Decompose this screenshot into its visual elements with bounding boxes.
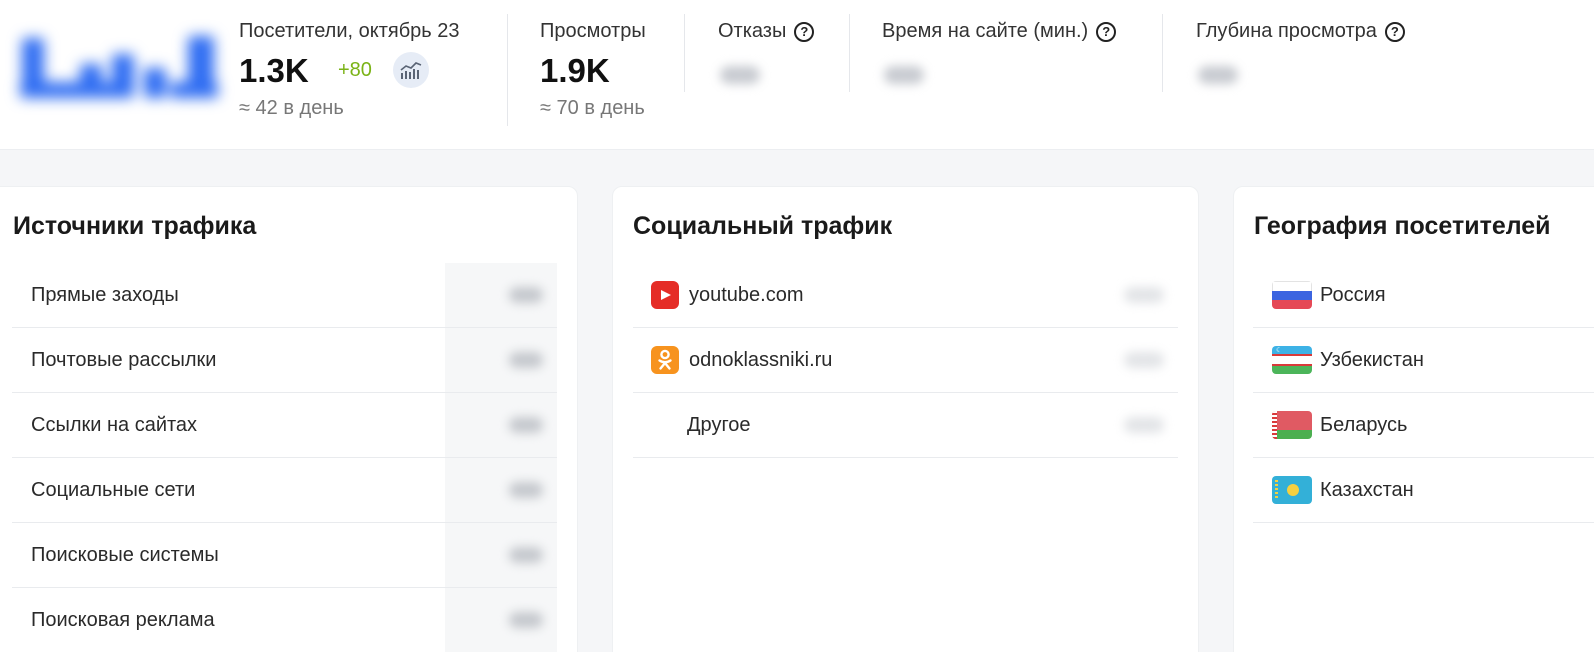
social-row-odnoklassniki[interactable]: odnoklassniki.ru	[633, 328, 1178, 393]
traffic-source-row[interactable]: Социальные сети	[12, 458, 557, 523]
traffic-source-value-blurred	[509, 352, 543, 368]
social-row-youtube[interactable]: youtube.com	[633, 263, 1178, 328]
traffic-source-value-blurred	[509, 482, 543, 498]
divider	[849, 14, 850, 92]
help-icon[interactable]: ?	[1384, 21, 1405, 42]
geo-label: Россия	[1320, 283, 1386, 306]
social-value-blurred	[1124, 352, 1164, 368]
geo-row-belarus[interactable]: Беларусь	[1253, 393, 1594, 458]
social-row-other[interactable]: Другое	[633, 393, 1178, 458]
time-on-site-label-text: Время на сайте (мин.)	[882, 20, 1089, 42]
flag-russia-icon	[1272, 281, 1312, 309]
traffic-source-label: Социальные сети	[31, 478, 196, 501]
views-per-day: ≈ 70 в день	[540, 97, 645, 119]
depth-label: Глубина просмотра ?	[1196, 20, 1405, 43]
traffic-source-value-blurred	[509, 417, 543, 433]
visitors-stat: Посетители, октябрь 23 1.3K +80 ≈ 42 в д…	[239, 0, 499, 150]
views-stat: Просмотры 1.9K ≈ 70 в день	[540, 0, 680, 150]
views-value: 1.9K	[540, 52, 610, 89]
social-value-blurred	[1124, 417, 1164, 433]
traffic-source-label: Ссылки на сайтах	[31, 413, 198, 436]
geo-label: Казахстан	[1320, 478, 1414, 501]
visitors-label: Посетители, октябрь 23	[239, 20, 460, 42]
geography-title: География посетителей	[1254, 212, 1551, 240]
bar-chart-icon	[400, 62, 422, 79]
visitors-delta: +80	[338, 59, 372, 81]
geo-row-uzbekistan[interactable]: ☾ Узбекистан	[1253, 328, 1594, 393]
geo-row-kazakhstan[interactable]: Казахстан	[1253, 458, 1594, 523]
geo-row-russia[interactable]: Россия	[1253, 263, 1594, 328]
social-label: odnoklassniki.ru	[689, 348, 833, 371]
help-icon[interactable]: ?	[794, 21, 815, 42]
depth-stat: Глубина просмотра ?	[1196, 0, 1456, 150]
help-icon[interactable]: ?	[1096, 21, 1117, 42]
time-on-site-value-blurred	[884, 66, 924, 84]
traffic-source-row[interactable]: Поисковые системы	[12, 523, 557, 588]
odnoklassniki-icon	[651, 346, 679, 374]
bounces-label-text: Отказы	[718, 20, 787, 42]
traffic-source-label: Почтовые рассылки	[31, 348, 217, 371]
depth-value-blurred	[1198, 66, 1238, 84]
bounces-value-blurred	[720, 66, 760, 84]
bounces-label: Отказы ?	[718, 20, 815, 43]
traffic-source-label: Прямые заходы	[31, 283, 179, 306]
social-value-blurred	[1124, 287, 1164, 303]
traffic-source-value-blurred	[509, 287, 543, 303]
social-label: Другое	[687, 413, 751, 436]
geo-label: Узбекистан	[1320, 348, 1424, 371]
visitors-chart-button[interactable]	[393, 52, 429, 88]
divider	[684, 14, 685, 92]
divider	[1162, 14, 1163, 92]
time-on-site-stat: Время на сайте (мин.) ?	[882, 0, 1162, 150]
flag-belarus-icon	[1272, 411, 1312, 439]
site-logo-blurred	[20, 34, 218, 98]
traffic-source-value-blurred	[509, 547, 543, 563]
traffic-source-value-blurred	[509, 612, 543, 628]
traffic-sources-title: Источники трафика	[13, 212, 257, 240]
traffic-source-row[interactable]: Поисковая реклама	[12, 588, 557, 652]
bounces-stat: Отказы ?	[718, 0, 848, 150]
traffic-source-row[interactable]: Прямые заходы	[12, 263, 557, 328]
traffic-source-row[interactable]: Ссылки на сайтах	[12, 393, 557, 458]
flag-uzbekistan-icon: ☾	[1272, 346, 1312, 374]
traffic-source-label: Поисковые системы	[31, 543, 219, 566]
visitors-per-day: ≈ 42 в день	[239, 97, 344, 119]
stats-header: Посетители, октябрь 23 1.3K +80 ≈ 42 в д…	[0, 0, 1594, 150]
flag-kazakhstan-icon	[1272, 476, 1312, 504]
divider	[507, 14, 508, 126]
visitors-value: 1.3K	[239, 52, 309, 89]
views-label: Просмотры	[540, 20, 646, 42]
social-traffic-title: Социальный трафик	[633, 212, 893, 240]
time-on-site-label: Время на сайте (мин.) ?	[882, 20, 1117, 43]
social-label: youtube.com	[689, 283, 804, 306]
traffic-source-row[interactable]: Почтовые рассылки	[12, 328, 557, 393]
geo-label: Беларусь	[1320, 413, 1408, 436]
youtube-icon	[651, 281, 679, 309]
depth-label-text: Глубина просмотра	[1196, 20, 1377, 42]
traffic-source-label: Поисковая реклама	[31, 609, 215, 631]
